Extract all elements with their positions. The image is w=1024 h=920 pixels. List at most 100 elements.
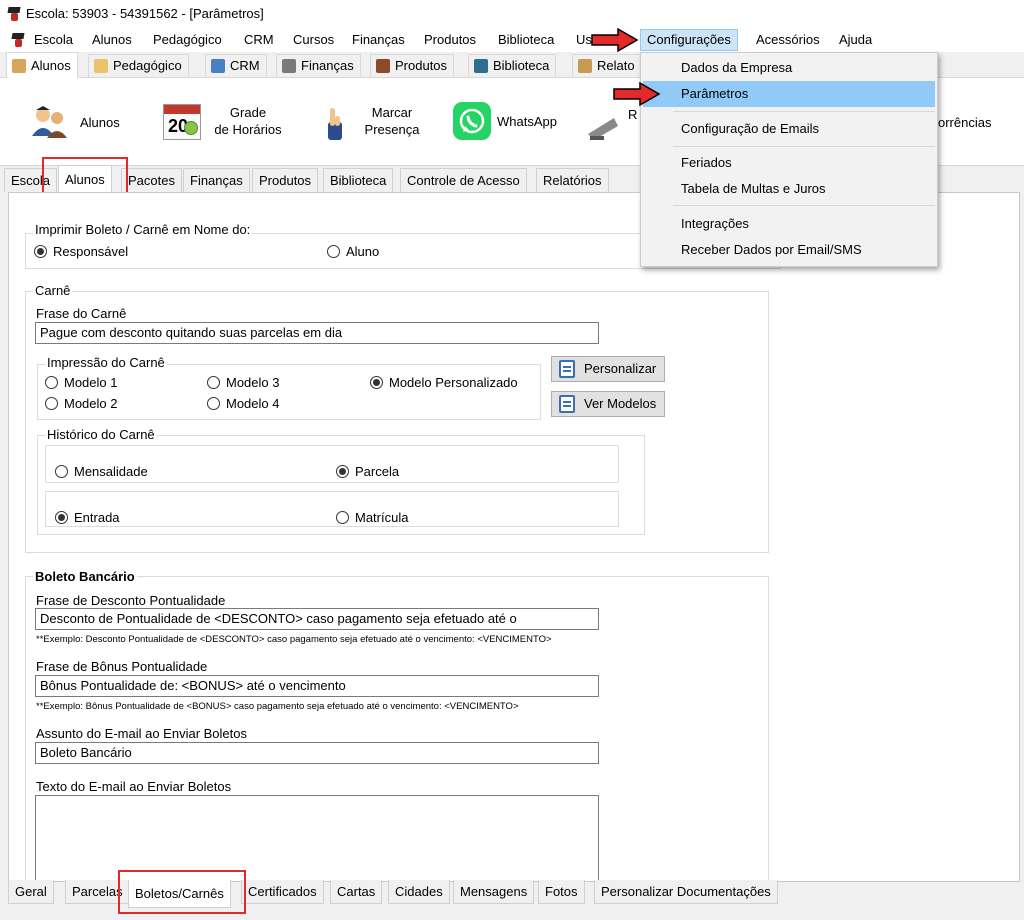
toolbar-tab-pedagogico[interactable]: Pedagógico xyxy=(88,54,189,77)
carne-title: Carnê xyxy=(33,283,73,298)
menu-dados-empresa[interactable]: Dados da Empresa xyxy=(643,55,935,81)
ver-modelos-button[interactable]: Ver Modelos xyxy=(551,391,665,417)
texto-textarea[interactable] xyxy=(35,795,599,881)
tab-fotos[interactable]: Fotos xyxy=(538,880,585,904)
bonus-input[interactable]: Bônus Pontualidade de: <BONUS> até o ven… xyxy=(35,675,599,697)
menu-escola[interactable]: Escola xyxy=(28,31,79,49)
boleto-title: Boleto Bancário xyxy=(33,569,137,584)
tab-mensagens[interactable]: Mensagens xyxy=(453,880,535,904)
frase-carne-label: Frase do Carnê xyxy=(36,306,127,321)
label-parcela: Parcela xyxy=(355,464,400,479)
menu-acessorios[interactable]: Acessórios xyxy=(750,31,826,49)
radio-matricula[interactable] xyxy=(336,511,349,524)
bonus-example: **Exemplo: Bônus Pontualidade de <BONUS>… xyxy=(36,701,519,712)
pedagogico-icon xyxy=(94,59,108,73)
menu-configuracao-emails[interactable]: Configuração de Emails xyxy=(643,116,935,142)
menu-bar: Escola Alunos Pedagógico CRM Cursos Fina… xyxy=(0,28,1024,52)
menu-produtos[interactable]: Produtos xyxy=(418,31,482,49)
edit-document-icon xyxy=(559,360,575,378)
tab-controle-acesso[interactable]: Controle de Acesso xyxy=(400,168,527,192)
toolbar-tab-alunos[interactable]: Alunos xyxy=(6,52,78,78)
radio-modelo4[interactable] xyxy=(207,397,220,410)
toolbar-tab-relatorios[interactable]: Relato xyxy=(572,54,642,77)
menu-parametros[interactable]: Parâmetros xyxy=(643,81,935,107)
assunto-input[interactable]: Boleto Bancário xyxy=(35,742,599,764)
ribbon-grade-label: Grade de Horários xyxy=(214,105,282,137)
ribbon-whatsapp-label: WhatsApp xyxy=(497,114,557,129)
menu-biblioteca[interactable]: Biblioteca xyxy=(492,31,560,49)
desconto-label: Frase de Desconto Pontualidade xyxy=(36,593,226,608)
impressao-title: Impressão do Carnê xyxy=(45,355,167,370)
historico-title: Histórico do Carnê xyxy=(45,427,157,442)
annotation-arrow-configuracoes xyxy=(591,27,639,53)
students-icon xyxy=(32,106,67,138)
radio-modelo2[interactable] xyxy=(45,397,58,410)
hand-pointer-icon xyxy=(328,108,342,140)
label-modelo-personalizado: Modelo Personalizado xyxy=(389,375,518,390)
historico-row-2 xyxy=(45,491,619,527)
tab-cidades[interactable]: Cidades xyxy=(388,880,450,904)
radio-responsavel[interactable] xyxy=(34,245,47,258)
radio-entrada[interactable] xyxy=(55,511,68,524)
menu-feriados[interactable]: Feriados xyxy=(643,150,935,176)
tab-pacotes[interactable]: Pacotes xyxy=(121,168,182,192)
ribbon-whatsapp-button[interactable]: WhatsApp xyxy=(453,98,573,146)
tab-relatorios[interactable]: Relatórios xyxy=(536,168,609,192)
frase-carne-input[interactable]: Pague com desconto quitando suas parcela… xyxy=(35,322,599,344)
menu-configuracoes[interactable]: Configurações xyxy=(640,29,738,51)
assunto-label: Assunto do E-mail ao Enviar Boletos xyxy=(36,726,247,741)
tab-certificados[interactable]: Certificados xyxy=(241,880,324,904)
tab-personalizar-documentacoes[interactable]: Personalizar Documentações xyxy=(594,880,778,904)
radio-mensalidade[interactable] xyxy=(55,465,68,478)
menu-tabela-multas-juros[interactable]: Tabela de Multas e Juros xyxy=(643,176,935,202)
impressao-group xyxy=(37,364,541,420)
ribbon-alunos-button[interactable]: Alunos xyxy=(30,98,130,146)
ribbon-ocorrencias-label[interactable]: orrências xyxy=(938,114,991,131)
desconto-input[interactable]: Desconto de Pontualidade de <DESCONTO> c… xyxy=(35,608,599,630)
menu-alunos[interactable]: Alunos xyxy=(86,31,138,49)
label-mensalidade: Mensalidade xyxy=(74,464,148,479)
radio-aluno[interactable] xyxy=(327,245,340,258)
menu-financas[interactable]: Finanças xyxy=(346,31,411,49)
texto-label: Texto do E-mail ao Enviar Boletos xyxy=(36,779,232,794)
label-entrada: Entrada xyxy=(74,510,120,525)
ribbon-marcar-presenca-button[interactable]: Marcar Presença xyxy=(322,98,432,146)
configuracoes-dropdown: Dados da Empresa Parâmetros Configuração… xyxy=(640,52,938,267)
ribbon-grade-horarios-button[interactable]: 20 Grade de Horários xyxy=(163,98,293,146)
radio-modelo-personalizado[interactable] xyxy=(370,376,383,389)
radio-modelo3[interactable] xyxy=(207,376,220,389)
app-menu-icon[interactable] xyxy=(10,33,26,47)
menu-separator xyxy=(673,111,935,112)
annotation-arrow-parametros xyxy=(613,81,661,107)
calendar-icon: 20 xyxy=(163,104,201,140)
imprimir-title: Imprimir Boleto / Carnê em Nome do: xyxy=(33,222,253,237)
menu-cursos[interactable]: Cursos xyxy=(287,31,340,49)
biblioteca-icon xyxy=(474,59,488,73)
toolbar-tab-financas[interactable]: Finanças xyxy=(276,54,361,77)
stamp-icon xyxy=(588,118,618,140)
radio-parcela[interactable] xyxy=(336,465,349,478)
label-modelo3: Modelo 3 xyxy=(226,375,280,390)
menu-crm[interactable]: CRM xyxy=(238,31,280,49)
label-matricula: Matrícula xyxy=(355,510,409,525)
app-icon xyxy=(6,7,22,21)
menu-ajuda[interactable]: Ajuda xyxy=(833,31,878,49)
tab-geral[interactable]: Geral xyxy=(8,880,54,904)
toolbar-tab-crm[interactable]: CRM xyxy=(205,54,267,77)
menu-integracoes[interactable]: Integrações xyxy=(643,211,935,237)
radio-modelo1[interactable] xyxy=(45,376,58,389)
tab-biblioteca[interactable]: Biblioteca xyxy=(323,168,394,192)
search-document-icon xyxy=(559,395,575,413)
label-aluno: Aluno xyxy=(346,244,380,259)
tab-financas[interactable]: Finanças xyxy=(183,168,250,192)
tab-cartas[interactable]: Cartas xyxy=(330,880,383,904)
ribbon-alunos-label: Alunos xyxy=(80,115,120,130)
window-title: Escola: 53903 - 54391562 - [Parâmetros] xyxy=(26,6,264,21)
personalizar-button[interactable]: Personalizar xyxy=(551,356,665,382)
menu-receber-dados[interactable]: Receber Dados por Email/SMS xyxy=(643,237,935,263)
tab-produtos[interactable]: Produtos xyxy=(252,168,319,192)
menu-pedagogico[interactable]: Pedagógico xyxy=(147,31,228,49)
toolbar-tab-biblioteca[interactable]: Biblioteca xyxy=(468,54,557,77)
boletos-carnes-panel: Imprimir Boleto / Carnê em Nome do: Resp… xyxy=(8,192,1020,882)
toolbar-tab-produtos[interactable]: Produtos xyxy=(370,54,455,77)
